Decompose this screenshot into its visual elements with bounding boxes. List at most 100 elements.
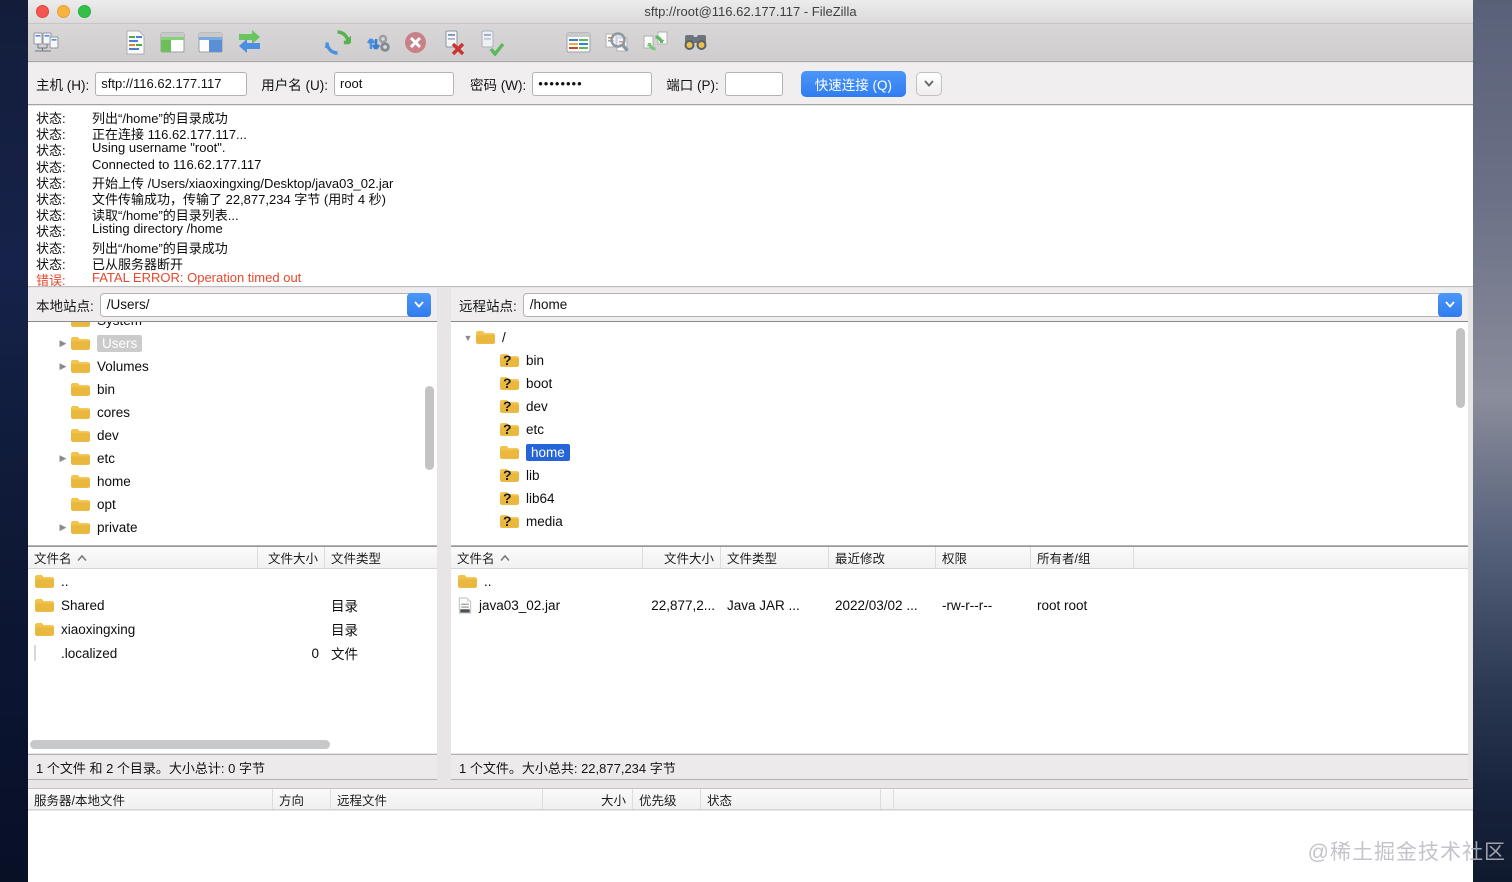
local-tree-item[interactable]: opt (28, 493, 437, 516)
chevron-down-icon (924, 80, 934, 87)
remote-tree-item[interactable]: ▼ / (451, 326, 1468, 349)
folder-icon (70, 358, 91, 375)
folder-unknown-icon: ? (499, 398, 520, 415)
file-row[interactable]: java03_02.jar 22,877,2... Java JAR ... 2… (451, 593, 1468, 617)
port-input[interactable] (724, 71, 783, 96)
remote-tree-item[interactable]: ? lib (451, 464, 1468, 487)
folder-icon (70, 427, 91, 444)
log-entry: 状态: Listing directory /home (36, 221, 223, 240)
synchronized-browsing-icon[interactable] (642, 29, 669, 56)
remote-tree-scrollbar[interactable] (1456, 328, 1465, 408)
local-file-list[interactable]: 文件名 文件大小 文件类型 .. Shared 目录 xiaoxingxing … (28, 546, 437, 753)
column-header-filetype[interactable]: 文件类型 (721, 547, 829, 568)
queue-column-direction[interactable]: 方向 (273, 789, 331, 809)
local-tree-item[interactable]: ▶ Volumes (28, 355, 437, 378)
filezilla-window: sftp://root@116.62.177.117 - FileZilla 主… (28, 0, 1473, 882)
local-tree-item-selected[interactable]: ▶ Users (28, 332, 437, 355)
remote-directory-tree[interactable]: ▼ / ? bin ? boot ? dev ? etc home ? lib … (451, 321, 1468, 546)
close-window-button[interactable] (36, 5, 49, 18)
process-queue-icon[interactable] (364, 29, 391, 56)
folder-icon (34, 597, 55, 614)
column-header-filename[interactable]: 文件名 (451, 547, 643, 568)
column-header-filetype[interactable]: 文件类型 (325, 547, 437, 568)
local-directory-tree[interactable]: System ▶ Users ▶ Volumes bin cores (28, 321, 437, 546)
local-site-label: 本地站点: (36, 298, 94, 314)
site-manager-icon[interactable] (33, 29, 60, 56)
quickconnect-button[interactable]: 快速连接 (Q) (800, 70, 906, 97)
username-input[interactable] (334, 71, 454, 96)
folder-unknown-icon: ? (499, 352, 520, 369)
zoom-window-button[interactable] (78, 5, 91, 18)
port-label: 端口 (P): (666, 77, 719, 93)
folder-icon (70, 321, 91, 329)
column-header-permissions[interactable]: 权限 (936, 547, 1031, 568)
folder-icon (457, 573, 478, 590)
queue-column-server-local-file[interactable]: 服务器/本地文件 (28, 789, 273, 809)
message-log-toggle-icon[interactable] (122, 29, 149, 56)
local-tree-item[interactable]: home (28, 470, 437, 493)
disconnect-icon[interactable] (440, 29, 467, 56)
local-tree-item[interactable]: ▶ etc (28, 447, 437, 470)
queue-column-size[interactable]: 大小 (543, 789, 633, 809)
remote-tree-toggle-icon[interactable] (197, 29, 224, 56)
local-tree-item[interactable]: ▶ private (28, 516, 437, 539)
reconnect-icon[interactable] (478, 29, 505, 56)
file-row[interactable]: .localized 0 文件 (28, 641, 437, 665)
refresh-icon[interactable] (324, 29, 351, 56)
filename-filters-icon[interactable] (604, 29, 631, 56)
column-header-filesize[interactable]: 文件大小 (643, 547, 721, 568)
column-header-filename[interactable]: 文件名 (28, 547, 258, 568)
queue-column-remote-file[interactable]: 远程文件 (331, 789, 543, 809)
remote-site-path-field[interactable]: /home (522, 292, 1462, 317)
toolbar (28, 24, 1473, 62)
remote-tree-item[interactable]: ? media (451, 510, 1468, 533)
directory-comparison-icon[interactable] (565, 29, 592, 56)
file-row[interactable]: Shared 目录 (28, 593, 437, 617)
queue-column-priority[interactable]: 优先级 (633, 789, 701, 809)
folder-icon (70, 335, 91, 352)
file-search-icon[interactable] (682, 29, 709, 56)
column-header-filesize[interactable]: 文件大小 (258, 547, 325, 568)
message-log[interactable]: 状态: 列出“/home”的目录成功 状态: 正在连接 116.62.177.117… (28, 106, 1473, 287)
log-entry: 状态: 列出“/home”的目录成功 (36, 111, 228, 126)
quickconnect-bar: 主机 (H): 用户名 (U): 密码 (W): 端口 (P): 快速连接 (Q… (28, 63, 1473, 105)
remote-tree-item[interactable]: ? boot (451, 372, 1468, 395)
password-input[interactable] (532, 71, 653, 96)
local-tree-toggle-icon[interactable] (159, 29, 186, 56)
remote-site-dropdown-button[interactable] (1438, 292, 1462, 317)
local-tree-item[interactable]: System (28, 321, 437, 332)
file-row[interactable]: .. (28, 569, 437, 593)
remote-tree-item[interactable]: ? bin (451, 349, 1468, 372)
local-site-dropdown-button[interactable] (407, 292, 431, 317)
local-tree-item[interactable]: cores (28, 401, 437, 424)
local-tree-item[interactable]: dev (28, 424, 437, 447)
remote-tree-item[interactable]: ? lib64 (451, 487, 1468, 510)
local-tree-scrollbar[interactable] (425, 386, 434, 470)
sort-ascending-icon (500, 554, 510, 562)
folder-icon (70, 519, 91, 536)
transfer-queue-toggle-icon[interactable] (236, 29, 263, 56)
minimize-window-button[interactable] (57, 5, 70, 18)
local-list-header: 文件名 文件大小 文件类型 (28, 547, 437, 569)
remote-site-label: 远程站点: (459, 298, 517, 314)
file-row[interactable]: xiaoxingxing 目录 (28, 617, 437, 641)
cancel-operation-icon[interactable] (402, 29, 429, 56)
file-row[interactable]: .. (451, 569, 1468, 593)
remote-tree-item[interactable]: ? etc (451, 418, 1468, 441)
local-tree-item[interactable]: bin (28, 378, 437, 401)
quickconnect-dropdown-button[interactable] (916, 71, 942, 96)
remote-file-list[interactable]: 文件名 文件大小 文件类型 最近修改 权限 所有者/组 .. java03_02… (451, 546, 1468, 753)
folder-icon (34, 573, 55, 590)
remote-list-header: 文件名 文件大小 文件类型 最近修改 权限 所有者/组 (451, 547, 1468, 569)
queue-column-status[interactable]: 状态 (701, 789, 881, 809)
column-header-owner[interactable]: 所有者/组 (1031, 547, 1134, 568)
local-list-horizontal-scrollbar[interactable] (30, 740, 330, 749)
remote-tree-item[interactable]: ? dev (451, 395, 1468, 418)
folder-unknown-icon: ? (499, 375, 520, 392)
transfer-queue-body[interactable] (28, 811, 1473, 882)
local-site-path-field[interactable]: /Users/ (99, 292, 431, 317)
local-site-bar: 本地站点: /Users/ (28, 288, 437, 321)
host-input[interactable] (95, 71, 248, 96)
column-header-modified[interactable]: 最近修改 (829, 547, 936, 568)
remote-tree-item-selected[interactable]: home (451, 441, 1468, 464)
